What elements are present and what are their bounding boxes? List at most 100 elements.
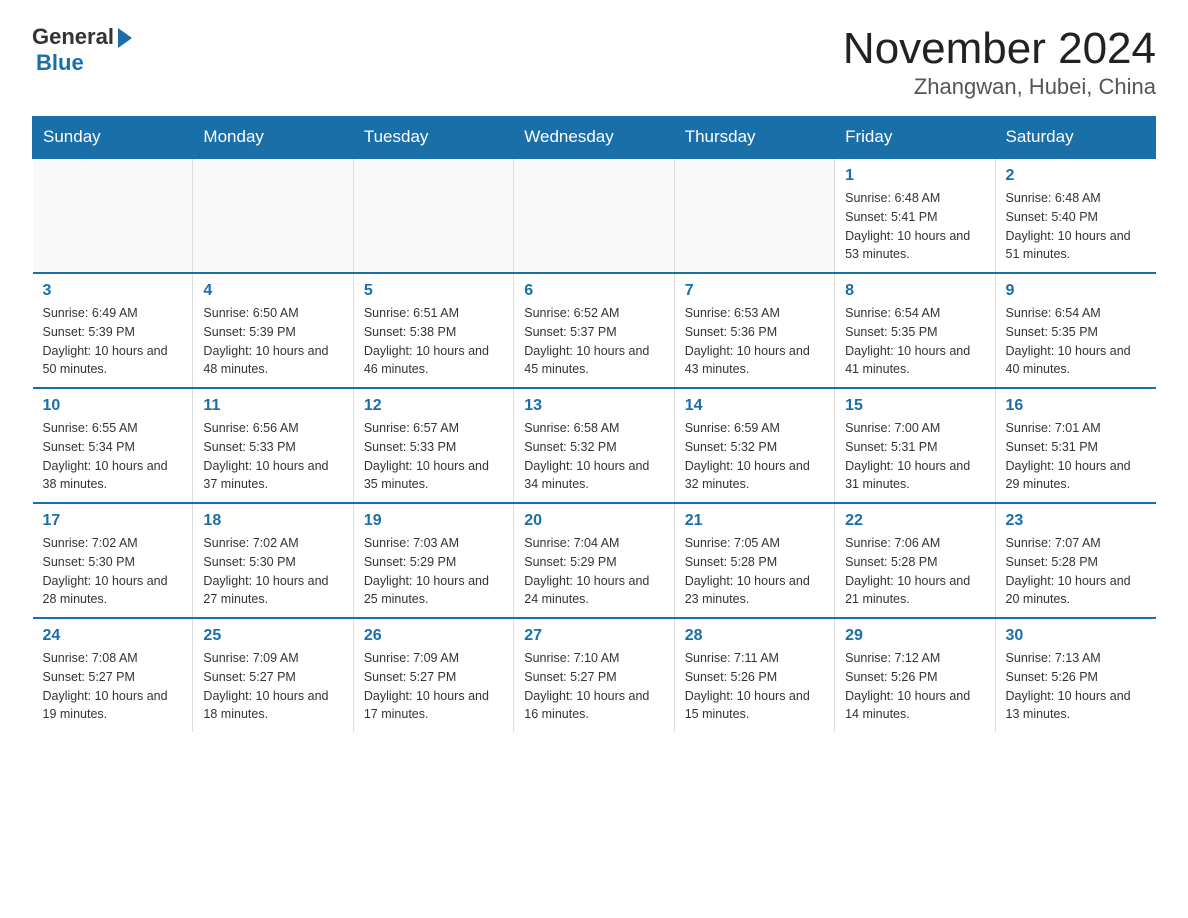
day-info: Sunrise: 6:58 AMSunset: 5:32 PMDaylight:… bbox=[524, 419, 663, 494]
day-number: 21 bbox=[685, 512, 824, 530]
day-of-week-header: Friday bbox=[835, 117, 995, 159]
day-number: 2 bbox=[1006, 167, 1146, 185]
page-header: General Blue November 2024 Zhangwan, Hub… bbox=[32, 24, 1156, 100]
calendar-day-cell: 30 Sunrise: 7:13 AMSunset: 5:26 PMDayligh… bbox=[995, 618, 1155, 732]
day-info: Sunrise: 6:59 AMSunset: 5:32 PMDaylight:… bbox=[685, 419, 824, 494]
calendar-day-cell: 13 Sunrise: 6:58 AMSunset: 5:32 PMDayligh… bbox=[514, 388, 674, 503]
day-number: 8 bbox=[845, 282, 984, 300]
calendar-day-cell: 11 Sunrise: 6:56 AMSunset: 5:33 PMDayligh… bbox=[193, 388, 353, 503]
day-number: 10 bbox=[43, 397, 183, 415]
day-number: 25 bbox=[203, 627, 342, 645]
calendar-day-cell: 17Sunrise: 7:02 AMSunset: 5:30 PMDayligh… bbox=[33, 503, 193, 618]
calendar-day-cell: 16 Sunrise: 7:01 AMSunset: 5:31 PMDayligh… bbox=[995, 388, 1155, 503]
day-info: Sunrise: 7:01 AMSunset: 5:31 PMDaylight:… bbox=[1006, 419, 1146, 494]
calendar-day-cell bbox=[353, 158, 513, 273]
day-number: 24 bbox=[43, 627, 183, 645]
day-number: 20 bbox=[524, 512, 663, 530]
day-number: 11 bbox=[203, 397, 342, 415]
calendar-title: November 2024 bbox=[843, 24, 1156, 74]
logo-arrow-icon bbox=[118, 28, 132, 48]
day-info: Sunrise: 7:03 AMSunset: 5:29 PMDaylight:… bbox=[364, 534, 503, 609]
calendar-header-row: SundayMondayTuesdayWednesdayThursdayFrid… bbox=[33, 117, 1156, 159]
day-info: Sunrise: 7:12 AMSunset: 5:26 PMDaylight:… bbox=[845, 649, 984, 724]
day-info: Sunrise: 7:09 AMSunset: 5:27 PMDaylight:… bbox=[364, 649, 503, 724]
day-info: Sunrise: 7:10 AMSunset: 5:27 PMDaylight:… bbox=[524, 649, 663, 724]
day-number: 13 bbox=[524, 397, 663, 415]
day-of-week-header: Wednesday bbox=[514, 117, 674, 159]
day-info: Sunrise: 6:55 AMSunset: 5:34 PMDaylight:… bbox=[43, 419, 183, 494]
calendar-day-cell: 20 Sunrise: 7:04 AMSunset: 5:29 PMDayligh… bbox=[514, 503, 674, 618]
calendar-day-cell: 3 Sunrise: 6:49 AMSunset: 5:39 PMDaylight… bbox=[33, 273, 193, 388]
calendar-day-cell: 28 Sunrise: 7:11 AMSunset: 5:26 PMDayligh… bbox=[674, 618, 834, 732]
day-info: Sunrise: 6:48 AMSunset: 5:40 PMDaylight:… bbox=[1006, 189, 1146, 264]
day-info: Sunrise: 7:00 AMSunset: 5:31 PMDaylight:… bbox=[845, 419, 984, 494]
day-info: Sunrise: 6:57 AMSunset: 5:33 PMDaylight:… bbox=[364, 419, 503, 494]
day-number: 12 bbox=[364, 397, 503, 415]
calendar-day-cell bbox=[514, 158, 674, 273]
day-number: 14 bbox=[685, 397, 824, 415]
calendar-day-cell: 4Sunrise: 6:50 AMSunset: 5:39 PMDaylight… bbox=[193, 273, 353, 388]
day-of-week-header: Monday bbox=[193, 117, 353, 159]
day-number: 15 bbox=[845, 397, 984, 415]
day-info: Sunrise: 6:49 AMSunset: 5:39 PMDaylight:… bbox=[43, 304, 183, 379]
calendar-day-cell: 24Sunrise: 7:08 AMSunset: 5:27 PMDayligh… bbox=[33, 618, 193, 732]
day-of-week-header: Thursday bbox=[674, 117, 834, 159]
calendar-day-cell: 25 Sunrise: 7:09 AMSunset: 5:27 PMDayligh… bbox=[193, 618, 353, 732]
day-number: 22 bbox=[845, 512, 984, 530]
day-info: Sunrise: 7:13 AMSunset: 5:26 PMDaylight:… bbox=[1006, 649, 1146, 724]
day-info: Sunrise: 7:06 AMSunset: 5:28 PMDaylight:… bbox=[845, 534, 984, 609]
calendar-table: SundayMondayTuesdayWednesdayThursdayFrid… bbox=[32, 116, 1156, 732]
title-block: November 2024 Zhangwan, Hubei, China bbox=[843, 24, 1156, 100]
day-info: Sunrise: 6:48 AMSunset: 5:41 PMDaylight:… bbox=[845, 189, 984, 264]
calendar-day-cell: 9 Sunrise: 6:54 AMSunset: 5:35 PMDaylight… bbox=[995, 273, 1155, 388]
day-number: 23 bbox=[1006, 512, 1146, 530]
day-number: 27 bbox=[524, 627, 663, 645]
calendar-day-cell: 6Sunrise: 6:52 AMSunset: 5:37 PMDaylight… bbox=[514, 273, 674, 388]
calendar-day-cell: 27 Sunrise: 7:10 AMSunset: 5:27 PMDayligh… bbox=[514, 618, 674, 732]
calendar-day-cell bbox=[193, 158, 353, 273]
calendar-day-cell: 19 Sunrise: 7:03 AMSunset: 5:29 PMDayligh… bbox=[353, 503, 513, 618]
calendar-day-cell bbox=[674, 158, 834, 273]
day-info: Sunrise: 7:09 AMSunset: 5:27 PMDaylight:… bbox=[203, 649, 342, 724]
day-number: 9 bbox=[1006, 282, 1146, 300]
day-number: 16 bbox=[1006, 397, 1146, 415]
day-of-week-header: Sunday bbox=[33, 117, 193, 159]
calendar-day-cell: 1 Sunrise: 6:48 AMSunset: 5:41 PMDaylight… bbox=[835, 158, 995, 273]
day-info: Sunrise: 6:52 AMSunset: 5:37 PMDaylight:… bbox=[524, 304, 663, 379]
calendar-subtitle: Zhangwan, Hubei, China bbox=[843, 74, 1156, 100]
calendar-week-row: 1 Sunrise: 6:48 AMSunset: 5:41 PMDaylight… bbox=[33, 158, 1156, 273]
day-number: 18 bbox=[203, 512, 342, 530]
calendar-week-row: 24Sunrise: 7:08 AMSunset: 5:27 PMDayligh… bbox=[33, 618, 1156, 732]
day-number: 30 bbox=[1006, 627, 1146, 645]
day-number: 26 bbox=[364, 627, 503, 645]
calendar-day-cell: 8 Sunrise: 6:54 AMSunset: 5:35 PMDaylight… bbox=[835, 273, 995, 388]
calendar-week-row: 17 Sunrise: 7:02 AMSunset: 5:30 PMDayligh… bbox=[33, 503, 1156, 618]
day-number: 17 bbox=[43, 512, 183, 530]
logo-blue-text: Blue bbox=[36, 50, 84, 76]
calendar-day-cell: 29 Sunrise: 7:12 AMSunset: 5:26 PMDayligh… bbox=[835, 618, 995, 732]
day-info: Sunrise: 6:54 AMSunset: 5:35 PMDaylight:… bbox=[845, 304, 984, 379]
day-of-week-header: Tuesday bbox=[353, 117, 513, 159]
day-info: Sunrise: 7:07 AMSunset: 5:28 PMDaylight:… bbox=[1006, 534, 1146, 609]
calendar-day-cell: 12 Sunrise: 6:57 AMSunset: 5:33 PMDayligh… bbox=[353, 388, 513, 503]
logo-general-text: General bbox=[32, 24, 114, 50]
day-number: 29 bbox=[845, 627, 984, 645]
day-number: 3 bbox=[43, 282, 183, 300]
day-number: 4 bbox=[203, 282, 342, 300]
day-info: Sunrise: 7:11 AMSunset: 5:26 PMDaylight:… bbox=[685, 649, 824, 724]
calendar-day-cell: 2 Sunrise: 6:48 AMSunset: 5:40 PMDaylight… bbox=[995, 158, 1155, 273]
day-number: 28 bbox=[685, 627, 824, 645]
day-number: 1 bbox=[845, 167, 984, 185]
day-info: Sunrise: 6:51 AMSunset: 5:38 PMDaylight:… bbox=[364, 304, 503, 379]
day-info: Sunrise: 7:05 AMSunset: 5:28 PMDaylight:… bbox=[685, 534, 824, 609]
calendar-day-cell: 10 Sunrise: 6:55 AMSunset: 5:34 PMDayligh… bbox=[33, 388, 193, 503]
calendar-day-cell: 22 Sunrise: 7:06 AMSunset: 5:28 PMDayligh… bbox=[835, 503, 995, 618]
day-info: Sunrise: 7:04 AMSunset: 5:29 PMDaylight:… bbox=[524, 534, 663, 609]
calendar-day-cell: 14 Sunrise: 6:59 AMSunset: 5:32 PMDayligh… bbox=[674, 388, 834, 503]
day-number: 19 bbox=[364, 512, 503, 530]
calendar-day-cell: 23 Sunrise: 7:07 AMSunset: 5:28 PMDayligh… bbox=[995, 503, 1155, 618]
day-info: Sunrise: 6:56 AMSunset: 5:33 PMDaylight:… bbox=[203, 419, 342, 494]
day-info: Sunrise: 6:54 AMSunset: 5:35 PMDaylight:… bbox=[1006, 304, 1146, 379]
day-info: Sunrise: 7:02 AMSunset: 5:30 PMDaylight:… bbox=[203, 534, 342, 609]
calendar-day-cell: 21 Sunrise: 7:05 AMSunset: 5:28 PMDayligh… bbox=[674, 503, 834, 618]
